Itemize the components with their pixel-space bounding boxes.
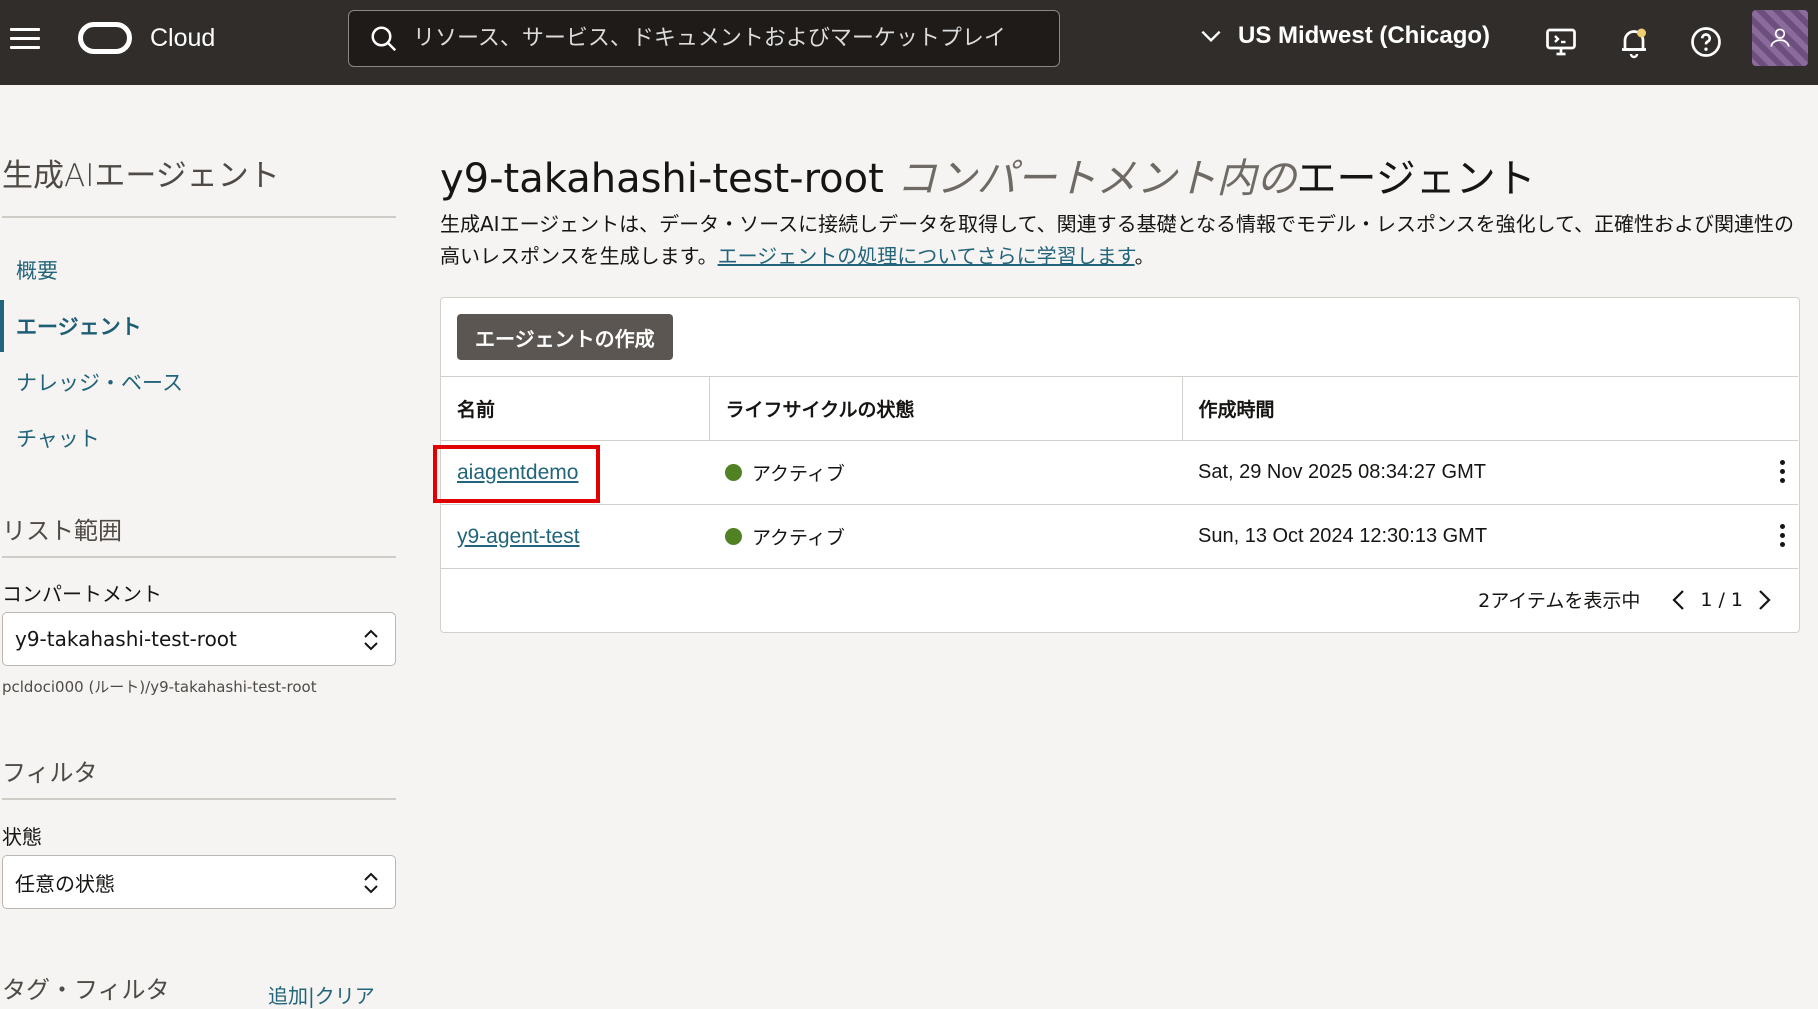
status-badge: アクティブ	[725, 523, 845, 550]
page-title-compartment: y9-takahashi-test-root	[440, 156, 884, 202]
select-updown-icon	[364, 629, 378, 651]
status-active-dot	[725, 463, 742, 481]
chevron-right-icon[interactable]	[1753, 587, 1775, 613]
chevron-left-icon[interactable]	[1668, 587, 1690, 613]
pagination-bar: 2アイテムを表示中 1 / 1	[1478, 586, 1785, 613]
column-header-created[interactable]: 作成時間	[1181, 376, 1798, 441]
sidebar-item-overview[interactable]: 概要	[16, 255, 58, 285]
page-description: 生成AIエージェントは、データ・ソースに接続しデータを取得して、関連する基礎とな…	[440, 208, 1810, 272]
user-profile-avatar[interactable]	[1752, 10, 1808, 66]
column-header-name[interactable]: 名前	[441, 376, 709, 441]
sidebar-divider	[2, 556, 396, 558]
table-row: y9-agent-test アクティブ Sun, 13 Oct 2024 12:…	[441, 504, 1798, 569]
brand-label: Cloud	[150, 23, 216, 52]
top-navigation-bar: Cloud US Midwest (Chicago)	[0, 0, 1818, 85]
page-title-middle: コンパートメント内の	[883, 156, 1297, 202]
item-count-label: 2アイテムを表示中	[1478, 590, 1641, 612]
oracle-logo-icon	[78, 22, 132, 54]
table-row: aiagentdemo アクティブ Sat, 29 Nov 2025 08:34…	[441, 440, 1798, 505]
state-filter-select[interactable]: 任意の状態	[2, 855, 396, 909]
filter-heading: フィルタ	[2, 759, 98, 787]
table-header-row: 名前 ライフサイクルの状態 作成時間	[441, 376, 1798, 441]
row-actions-kebab-icon[interactable]	[1778, 524, 1786, 550]
compartment-label: コンパートメント	[2, 582, 162, 606]
compartment-path: pcldoci000 (ルート)/y9-takahashi-test-root	[2, 678, 317, 696]
help-icon[interactable]	[1688, 24, 1724, 60]
menu-hamburger-icon[interactable]	[10, 28, 40, 54]
sidebar-divider	[2, 798, 396, 800]
status-badge: アクティブ	[725, 459, 845, 486]
state-filter-label: 状態	[2, 825, 42, 849]
tag-filter-heading: タグ・フィルタ	[2, 976, 170, 1004]
compartment-select-value: y9-takahashi-test-root	[15, 627, 237, 651]
state-select-value: 任意の状態	[15, 871, 115, 896]
agent-name-link[interactable]: y9-agent-test	[457, 525, 580, 548]
row-actions-kebab-icon[interactable]	[1778, 460, 1786, 486]
page-title-end: エージェント	[1296, 156, 1536, 202]
chevron-down-icon	[1201, 30, 1221, 43]
status-active-dot	[725, 527, 742, 545]
compartment-select[interactable]: y9-takahashi-test-root	[2, 612, 396, 666]
sidebar-item-agents[interactable]: エージェント	[16, 311, 142, 341]
agents-table: 名前 ライフサイクルの状態 作成時間 aiagentdemo アクティブ Sat…	[441, 376, 1798, 569]
cloud-shell-icon[interactable]	[1543, 24, 1579, 60]
created-time: Sat, 29 Nov 2025 08:34:27 GMT	[1198, 461, 1486, 483]
global-search-box[interactable]	[348, 10, 1060, 67]
region-selector[interactable]: US Midwest (Chicago)	[1198, 22, 1490, 50]
page-indicator: 1 / 1	[1700, 588, 1743, 611]
tag-filter-add-clear-links[interactable]: 追加|クリア	[268, 980, 375, 1009]
status-label: アクティブ	[752, 462, 845, 485]
sidebar-divider	[2, 216, 396, 218]
annotation-highlight-box	[433, 445, 600, 503]
user-icon	[1770, 28, 1790, 47]
learn-more-link[interactable]: エージェントの処理についてさらに学習します	[718, 244, 1135, 268]
description-suffix: 。	[1134, 244, 1155, 268]
agents-table-panel: エージェントの作成 名前 ライフサイクルの状態 作成時間 aiagentdemo…	[440, 297, 1800, 633]
active-nav-indicator	[0, 300, 4, 352]
created-time: Sun, 13 Oct 2024 12:30:13 GMT	[1198, 525, 1488, 547]
oracle-cloud-logo[interactable]: Cloud	[78, 22, 215, 54]
sidebar-item-knowledge-base[interactable]: ナレッジ・ベース	[16, 367, 183, 397]
list-scope-heading: リスト範囲	[2, 517, 122, 545]
page-title: y9-takahashi-test-root コンパートメント内のエージェント	[440, 146, 1536, 204]
notifications-bell-icon[interactable]	[1616, 24, 1652, 60]
search-input[interactable]	[413, 26, 1053, 51]
service-title: 生成AIエージェント	[2, 158, 280, 194]
select-updown-icon	[364, 872, 378, 894]
search-icon	[371, 26, 397, 51]
status-label: アクティブ	[752, 526, 845, 549]
region-label: US Midwest (Chicago)	[1238, 22, 1491, 49]
create-agent-button[interactable]: エージェントの作成	[457, 314, 673, 360]
column-header-lifecycle-state[interactable]: ライフサイクルの状態	[708, 376, 1182, 441]
sidebar-item-chat[interactable]: チャット	[16, 423, 100, 453]
